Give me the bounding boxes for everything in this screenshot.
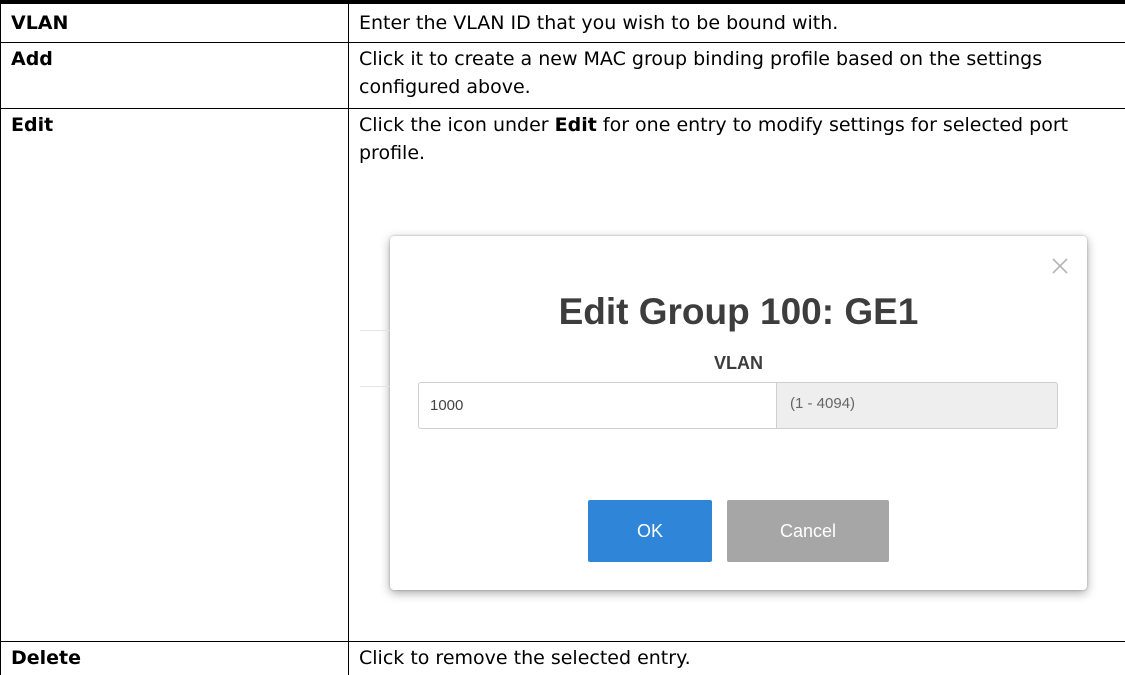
table-row: VLAN Enter the VLAN ID that you wish to … <box>0 0 1125 43</box>
table-row: Delete Click to remove the selected entr… <box>0 640 1125 675</box>
background-divider <box>360 330 390 331</box>
edit-group-dialog: Edit Group 100: GE1 VLAN (1 - 4094) OK C… <box>360 236 1087 590</box>
term-cell: Delete <box>0 640 349 675</box>
term-cell: VLAN <box>0 0 349 43</box>
description-text: Click the icon under <box>359 113 555 136</box>
cancel-button[interactable]: Cancel <box>727 500 889 562</box>
vlan-input[interactable] <box>418 382 776 429</box>
term-cell: Add <box>0 41 349 109</box>
background-divider <box>360 386 390 387</box>
description-cell: Click it to create a new MAC group bindi… <box>348 41 1125 109</box>
close-icon[interactable] <box>1047 253 1073 279</box>
ok-button[interactable]: OK <box>588 500 712 562</box>
description-cell: Enter the VLAN ID that you wish to be bo… <box>348 0 1125 43</box>
description-cell: Click to remove the selected entry. <box>348 640 1125 675</box>
dialog-title: Edit Group 100: GE1 <box>558 291 919 332</box>
description-emphasis: Edit <box>554 113 597 136</box>
vlan-range-hint: (1 - 4094) <box>776 382 1058 429</box>
term-cell: Edit <box>0 107 349 642</box>
vlan-label: VLAN <box>714 353 763 373</box>
table-row: Add Click it to create a new MAC group b… <box>0 41 1125 109</box>
